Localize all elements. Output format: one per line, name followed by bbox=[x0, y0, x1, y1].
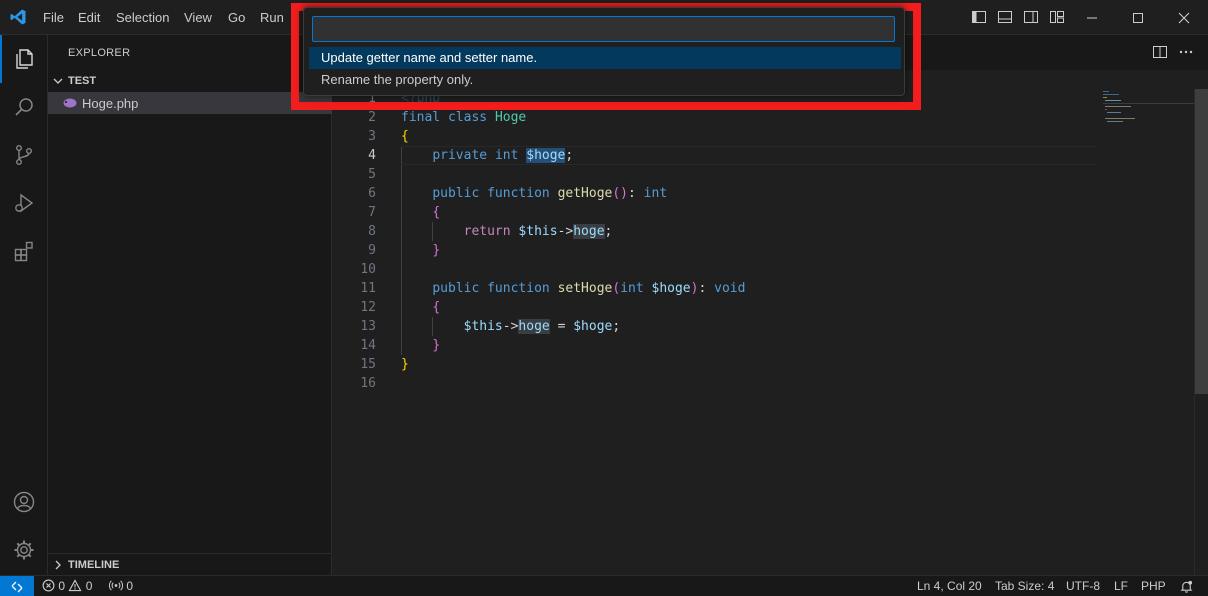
explorer-sidebar: EXPLORER TEST Hoge.php TIMELINE bbox=[48, 35, 332, 575]
activity-explorer[interactable] bbox=[0, 35, 48, 83]
error-count: 0 bbox=[58, 579, 66, 593]
activity-source-control[interactable] bbox=[0, 131, 48, 179]
code-line: 6 public function getHoge(): int bbox=[368, 186, 668, 201]
code-line: 7 { bbox=[368, 205, 441, 220]
editor-area: 1 <?php 2 final class Hoge 3{ 4 private in… bbox=[333, 35, 1208, 575]
activity-run-debug[interactable] bbox=[0, 179, 48, 227]
chevron-right-icon bbox=[55, 560, 61, 569]
minimap[interactable] bbox=[1103, 89, 1195, 129]
maximize-icon bbox=[1133, 12, 1143, 23]
remote-icon bbox=[11, 581, 23, 592]
settings-gear-icon bbox=[14, 540, 34, 560]
quick-pick-input[interactable] bbox=[312, 16, 895, 42]
menu-view[interactable]: View bbox=[184, 0, 212, 35]
ports-icon bbox=[108, 580, 124, 591]
code-line: 5 bbox=[368, 167, 376, 182]
account-icon bbox=[13, 491, 35, 513]
toggle-secondary-sidebar-icon[interactable] bbox=[1023, 9, 1039, 25]
run-debug-icon bbox=[15, 193, 34, 213]
activity-search[interactable] bbox=[0, 83, 48, 131]
code-line: 15} bbox=[360, 357, 409, 372]
customize-layout-icon[interactable] bbox=[1049, 9, 1065, 25]
sidebar-title: EXPLORER bbox=[68, 47, 131, 59]
chevron-down-icon bbox=[53, 78, 63, 84]
problems-status[interactable]: 0 0 bbox=[42, 576, 92, 596]
split-editor-icon[interactable] bbox=[1152, 44, 1168, 60]
code-line: 2 final class Hoge bbox=[368, 110, 527, 125]
minimize-icon bbox=[1087, 17, 1097, 18]
menu-file[interactable]: File bbox=[43, 0, 64, 35]
code-line: 12 { bbox=[360, 300, 441, 315]
activity-manage[interactable] bbox=[0, 526, 48, 574]
close-button[interactable] bbox=[1161, 0, 1207, 35]
file-item-hoge[interactable]: Hoge.php bbox=[48, 92, 332, 114]
toggle-panel-icon[interactable] bbox=[997, 9, 1013, 25]
quick-pick-item-rename-only[interactable]: Rename the property only. bbox=[309, 69, 901, 91]
folder-header[interactable]: TEST bbox=[48, 70, 332, 92]
code-line: 10 bbox=[360, 262, 376, 277]
menu-edit[interactable]: Edit bbox=[78, 0, 100, 35]
search-icon bbox=[15, 98, 33, 116]
code-line: 8 return $this->hoge; bbox=[368, 224, 613, 239]
activity-accounts[interactable] bbox=[0, 478, 48, 526]
editor-scrollbar[interactable] bbox=[1194, 89, 1208, 575]
end-of-line[interactable]: LF bbox=[1114, 576, 1128, 596]
ports-count: 0 bbox=[126, 579, 134, 593]
tab-size[interactable]: Tab Size: 4 bbox=[995, 576, 1054, 596]
timeline-label: TIMELINE bbox=[68, 558, 120, 571]
extensions-icon bbox=[14, 241, 33, 262]
minimize-button[interactable] bbox=[1069, 0, 1115, 35]
vscode-logo-icon bbox=[10, 9, 26, 25]
bell-icon bbox=[1180, 580, 1193, 593]
folder-name: TEST bbox=[68, 75, 97, 87]
code-line: 3{ bbox=[368, 129, 409, 144]
menu-selection[interactable]: Selection bbox=[116, 0, 169, 35]
code-line-current: 4 private int $hoge; bbox=[333, 146, 1103, 165]
code-line: 13 $this->hoge = $hoge; bbox=[360, 319, 621, 334]
activity-extensions[interactable] bbox=[0, 227, 48, 275]
menu-go[interactable]: Go bbox=[228, 0, 245, 35]
maximize-button[interactable] bbox=[1115, 0, 1161, 35]
file-name: Hoge.php bbox=[82, 95, 139, 111]
more-actions-icon[interactable] bbox=[1178, 44, 1194, 60]
menu-run[interactable]: Run bbox=[260, 0, 284, 35]
warning-count: 0 bbox=[85, 579, 93, 593]
cursor-position[interactable]: Ln 4, Col 20 bbox=[917, 576, 982, 596]
code-line: 14 } bbox=[360, 338, 441, 353]
encoding[interactable]: UTF-8 bbox=[1066, 576, 1100, 596]
source-control-icon bbox=[15, 145, 32, 166]
status-bar: 0 0 0 Ln 4, Col 20 Tab Size: 4 UTF-8 LF … bbox=[0, 575, 1208, 596]
explorer-icon bbox=[16, 49, 33, 69]
ports-status[interactable]: 0 bbox=[108, 576, 134, 596]
warning-icon bbox=[68, 579, 82, 592]
code-line: 11 public function setHoge(int $hoge): v… bbox=[360, 281, 746, 296]
language-mode[interactable]: PHP bbox=[1141, 576, 1166, 596]
toggle-primary-sidebar-icon[interactable] bbox=[971, 9, 987, 25]
scrollbar-thumb[interactable] bbox=[1195, 89, 1208, 394]
activity-bar bbox=[0, 35, 48, 575]
notifications[interactable] bbox=[1180, 579, 1193, 596]
code-line: 16 bbox=[360, 376, 376, 391]
quick-pick: Update getter name and setter name. Rena… bbox=[303, 7, 905, 96]
php-elephant-icon bbox=[63, 98, 77, 108]
remote-indicator[interactable] bbox=[0, 576, 34, 596]
timeline-header[interactable]: TIMELINE bbox=[48, 553, 332, 575]
close-icon bbox=[1178, 12, 1190, 23]
code-line: 9 } bbox=[368, 243, 441, 258]
quick-pick-item-update-getter-setter[interactable]: Update getter name and setter name. bbox=[309, 47, 901, 69]
error-icon bbox=[42, 579, 55, 592]
